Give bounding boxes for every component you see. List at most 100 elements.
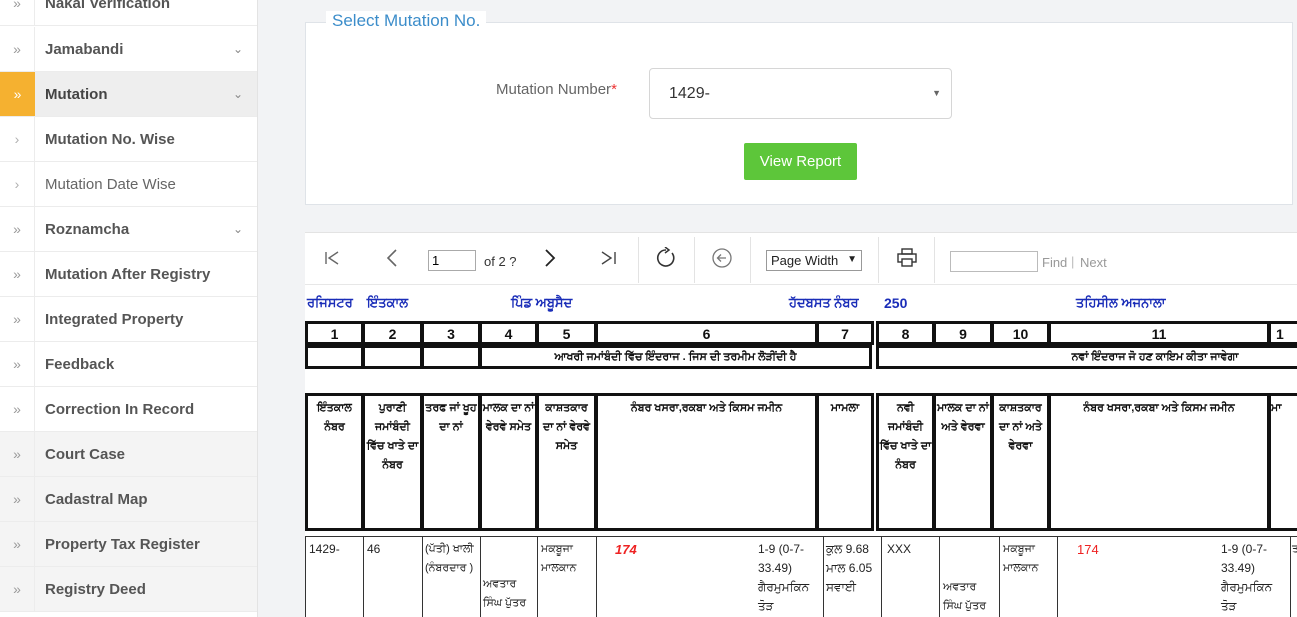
hadbast-label: ਹੱਦਬਸਤ ਨੰਬਰ <box>789 295 859 310</box>
group-cell <box>305 345 364 369</box>
row-cell-owner: ਅਵਤਾਰ ਸਿੰਘ ਪੁੱਤਰ <box>483 578 527 609</box>
sidebar-item-integrated-property[interactable]: » Integrated Property <box>0 297 257 342</box>
group-right-label: ਨਵਾਂ ਇੰਦਰਾਜ ਜੋ ਹਣ ਕਾਇਮ ਕੀਤਾ ਜਾਵੇਗਾ <box>1071 351 1239 363</box>
row-vline <box>480 536 481 617</box>
row-vline <box>363 536 364 617</box>
sidebar-item-nakal-verification[interactable]: » Nakal Verification <box>0 0 257 26</box>
find-input[interactable] <box>950 251 1038 272</box>
mutation-number-value: 1429- <box>669 84 710 102</box>
double-chevron-icon: » <box>0 567 35 611</box>
col-number: 8 <box>901 326 910 342</box>
sidebar-item-mutation[interactable]: » Mutation ⌄ <box>0 72 257 117</box>
col-number: 10 <box>1012 326 1029 342</box>
group-left-label: ਆਖਰੀ ਜਮਾਂਬੰਦੀ ਵਿੱਚ ਇੰਦਰਾਜ . ਜਿਸ ਦੀ ਤਰਮੀਮ… <box>554 351 797 363</box>
row-cell-khasra-detail: 1-9 (0-7-33.49) ਗੈਰਮੁਮਕਿਨ ਤੋੜ <box>758 542 810 613</box>
toolbar-divider <box>638 237 639 283</box>
row-cell-taraf: (ਪੱਤੀ) ਖਾਲੀ (ਨੰਬਰਦਾਰ ) <box>425 543 474 574</box>
refresh-icon[interactable] <box>655 247 677 269</box>
double-chevron-icon: » <box>0 522 35 566</box>
sidebar-item-label: Mutation Date Wise <box>45 175 176 193</box>
double-chevron-icon: » <box>0 27 35 71</box>
row-cell-overflow: ਤ <box>1292 540 1297 559</box>
sidebar-item-mutation-no-wise[interactable]: › Mutation No. Wise <box>0 117 257 162</box>
double-chevron-icon: » <box>0 0 35 25</box>
row-cell-khasra-number: 174 <box>615 542 637 557</box>
row-top-rule <box>305 536 1297 537</box>
col-number: 7 <box>841 326 849 342</box>
mutation-number-select[interactable]: 1429- ▼ <box>649 68 952 119</box>
sidebar-item-label: Property Tax Register <box>45 535 200 553</box>
row-cell-mamla: ਕੁਲ 9.68 ਮਾਲ 6.05 ਸਵਾਈ <box>826 542 873 594</box>
col-number: 1 <box>330 326 339 342</box>
row-vline <box>939 536 940 617</box>
caret-down-icon: ▼ <box>932 88 941 98</box>
sidebar-item-court-case[interactable]: » Court Case <box>0 432 257 477</box>
next-link[interactable]: Next <box>1080 255 1107 270</box>
sidebar-item-mutation-date-wise[interactable]: › Mutation Date Wise <box>0 162 257 207</box>
village-label: ਪਿੰਡ ਅਬੂਸੈਦ <box>511 295 573 310</box>
page-count: of 2 ? <box>484 254 517 269</box>
back-icon[interactable] <box>711 247 733 269</box>
double-chevron-icon: » <box>0 477 35 521</box>
col-number: 1 <box>1276 326 1284 342</box>
first-page-icon[interactable] <box>324 249 342 267</box>
col-number: 6 <box>702 326 711 342</box>
page-number-input[interactable] <box>428 250 476 271</box>
sidebar-item-roznamcha[interactable]: » Roznamcha ⌄ <box>0 207 257 252</box>
find-link[interactable]: Find <box>1042 255 1067 270</box>
double-chevron-icon: » <box>0 297 35 341</box>
sidebar-item-label: Cadastral Map <box>45 490 148 508</box>
sidebar-item-label: Court Case <box>45 445 126 463</box>
toolbar-divider <box>750 237 751 283</box>
sidebar-item-feedback[interactable]: » Feedback <box>0 342 257 387</box>
header-label: ਨਵੀ ਜਮਾਂਬੰਦੀ ਵਿੱਚ ਖਾਤੇ ਦਾ ਨੰਬਰ <box>879 402 932 471</box>
row-vline <box>823 536 824 617</box>
header-label: ਮਾਲਕ ਦਾ ਨਾਂ ਵੇਰਵੇ ਸਮੇਤ <box>482 402 535 433</box>
header-label: ਮਾ <box>1271 402 1282 414</box>
col-number: 4 <box>504 326 513 342</box>
header-label: ਕਾਸ਼ਤਕਾਰ ਦਾ ਨਾਂ ਅਤੇ ਵੇਰਵਾ <box>998 402 1043 452</box>
row-vline <box>596 536 597 617</box>
group-cell <box>421 345 481 369</box>
row-vline <box>422 536 423 617</box>
header-label: ਕਾਸ਼ਤਕਾਰ ਦਾ ਨਾਂ ਵੇਰਵੇ ਸਮੇਤ <box>542 402 591 452</box>
main-content: Select Mutation No. Mutation Number* 142… <box>258 0 1297 617</box>
last-page-icon[interactable] <box>599 249 619 267</box>
sidebar: » Nakal Verification » Jamabandi ⌄ » Mut… <box>0 0 258 617</box>
previous-page-icon[interactable] <box>384 248 400 268</box>
next-page-icon[interactable] <box>542 248 558 268</box>
header-label: ਤਰਫ ਜਾਂ ਖੂਹ ਦਾ ਨਾਂ <box>425 402 477 433</box>
find-separator: | <box>1071 254 1075 269</box>
row-vline <box>1290 536 1291 617</box>
header-label: ਇੰਤਕਾਲ ਨੰਬਰ <box>317 402 352 433</box>
sidebar-item-cadastral-map[interactable]: » Cadastral Map <box>0 477 257 522</box>
col-number: 3 <box>447 326 455 342</box>
row-cell-new-cultivator: ਮਕਬੂਜਾ ਮਾਲਕਾਨ <box>1003 543 1039 574</box>
chevron-down-icon: ⌄ <box>233 42 244 56</box>
row-vline <box>537 536 538 617</box>
sidebar-item-label: Correction In Record <box>45 400 195 418</box>
sidebar-item-mutation-after-registry[interactable]: » Mutation After Registry <box>0 252 257 297</box>
row-cell-cultivator: ਮਕਬੂਜਾ ਮਾਲਕਾਨ <box>541 543 577 574</box>
zoom-select[interactable]: Page Width ▼ <box>766 250 862 271</box>
group-cell <box>362 345 423 369</box>
double-chevron-icon: » <box>0 72 35 116</box>
sidebar-item-property-tax-register[interactable]: » Property Tax Register <box>0 522 257 567</box>
header-label: ਮਾਲਕ ਦਾ ਨਾਂ ਅਤੇ ਵੇਰਵਾ <box>937 402 989 433</box>
caret-down-icon: ▼ <box>847 254 857 265</box>
select-mutation-panel: Select Mutation No. Mutation Number* 142… <box>305 11 1293 205</box>
sidebar-item-label: Mutation After Registry <box>45 265 211 283</box>
print-icon[interactable] <box>896 247 918 269</box>
sidebar-item-label: Nakal Verification <box>45 0 171 12</box>
col-number: 2 <box>388 326 397 342</box>
intkal-label: ਇੰਤਕਾਲ <box>367 295 408 310</box>
view-report-button[interactable]: View Report <box>744 143 857 180</box>
toolbar-divider <box>694 237 695 283</box>
sidebar-item-correction-in-record[interactable]: » Correction In Record <box>0 387 257 432</box>
double-chevron-icon: » <box>0 207 35 251</box>
sidebar-item-registry-deed[interactable]: » Registry Deed <box>0 567 257 612</box>
header-label: ਨੰਬਰ ਖਸਰਾ,ਰਕਬਾ ਅਤੇ ਕਿਸਮ ਜਮੀਨ <box>1083 402 1235 414</box>
row-vline <box>1057 536 1058 617</box>
sidebar-item-label: Mutation No. Wise <box>45 130 175 148</box>
sidebar-item-jamabandi[interactable]: » Jamabandi ⌄ <box>0 27 257 72</box>
